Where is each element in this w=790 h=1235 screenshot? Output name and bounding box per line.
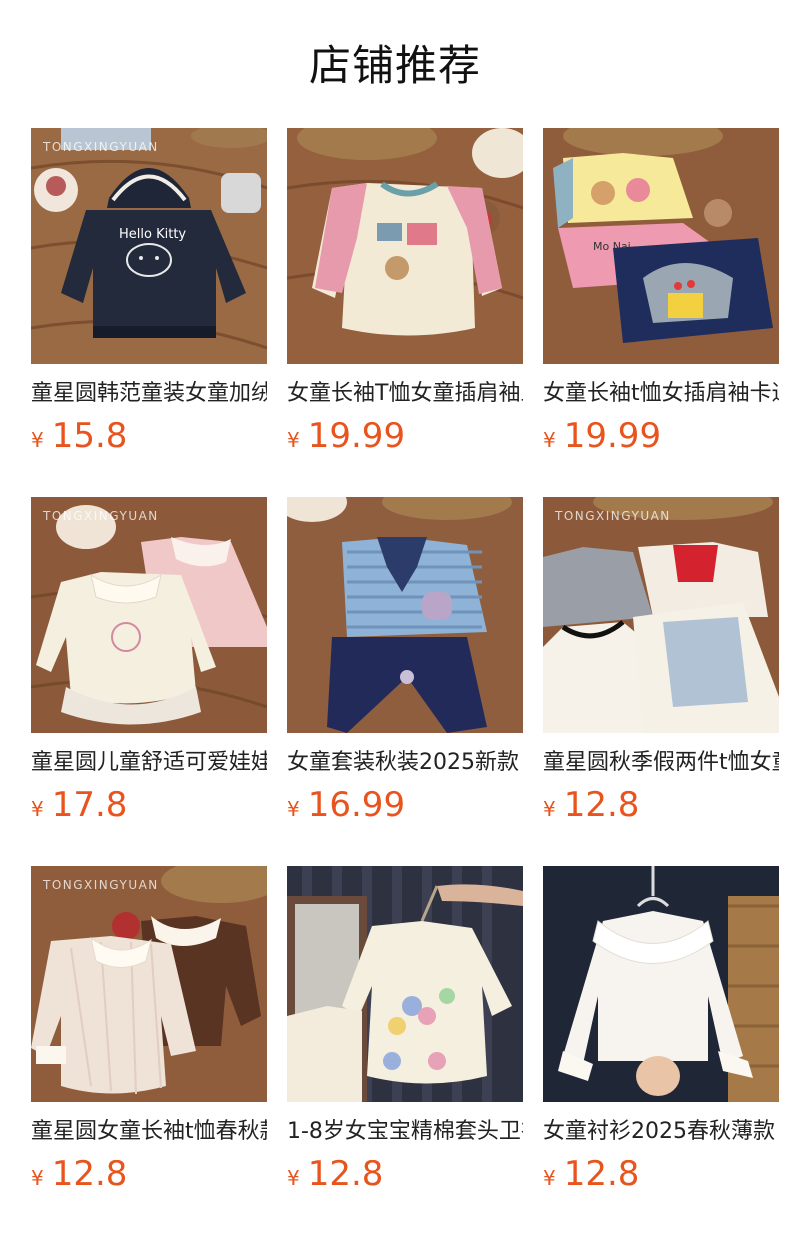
product-image[interactable] xyxy=(543,866,779,1102)
product-card[interactable]: TONGXINGYUAN 童星圆女童长袖t恤春秋款 ¥12.8 xyxy=(31,866,267,1235)
product-grid: Hello Kitty TONGXINGYUAN 童星圆韩范童装女童加绒卫衣 ¥… xyxy=(31,128,779,1235)
product-name[interactable]: 女童套装秋装2025新款 xyxy=(287,747,523,779)
currency-symbol: ¥ xyxy=(287,797,300,821)
product-name[interactable]: 女童长袖T恤女童插肩袖上衣 xyxy=(287,378,523,410)
currency-symbol: ¥ xyxy=(287,1166,300,1190)
price-value: 12.8 xyxy=(307,1154,384,1194)
product-card[interactable]: 女童衬衫2025春秋薄款 ¥12.8 xyxy=(543,866,779,1235)
price-value: 16.99 xyxy=(307,785,406,825)
watermark: TONGXINGYUAN xyxy=(43,509,159,523)
product-card[interactable]: TONGXINGYUAN 童星圆儿童舒适可爱娃娃领卫衣 ¥17.8 xyxy=(31,497,267,866)
product-price: ¥15.8 xyxy=(31,414,267,464)
product-image[interactable]: TONGXINGYUAN xyxy=(31,497,267,733)
product-image[interactable]: TONGXINGYUAN xyxy=(31,866,267,1102)
currency-symbol: ¥ xyxy=(543,1166,556,1190)
print-text: Hello Kitty xyxy=(119,227,186,242)
product-price: ¥19.99 xyxy=(543,414,779,464)
price-value: 12.8 xyxy=(563,785,640,825)
price-value: 19.99 xyxy=(307,416,406,456)
product-image[interactable] xyxy=(287,497,523,733)
product-image[interactable]: Hello Kitty TONGXINGYUAN xyxy=(31,128,267,364)
currency-symbol: ¥ xyxy=(543,428,556,452)
product-name[interactable]: 1-8岁女宝宝精棉套头卫衣 xyxy=(287,1116,523,1148)
product-price: ¥17.8 xyxy=(31,783,267,833)
product-name[interactable]: 女童衬衫2025春秋薄款 xyxy=(543,1116,779,1148)
product-card[interactable]: 女童套装秋装2025新款 ¥16.99 xyxy=(287,497,523,866)
product-name[interactable]: 童星圆秋季假两件t恤女童 xyxy=(543,747,779,779)
currency-symbol: ¥ xyxy=(31,428,44,452)
product-card[interactable]: 1-8岁女宝宝精棉套头卫衣 ¥12.8 xyxy=(287,866,523,1235)
product-image[interactable]: TONGXINGYUAN xyxy=(543,497,779,733)
watermark: TONGXINGYUAN xyxy=(43,878,159,892)
product-image[interactable] xyxy=(287,128,523,364)
product-price: ¥16.99 xyxy=(287,783,523,833)
product-name[interactable]: 童星圆儿童舒适可爱娃娃领卫衣 xyxy=(31,747,267,779)
product-price: ¥12.8 xyxy=(543,1152,779,1202)
price-value: 12.8 xyxy=(563,1154,640,1194)
product-image[interactable] xyxy=(287,866,523,1102)
watermark: TONGXINGYUAN xyxy=(555,509,671,523)
price-value: 19.99 xyxy=(563,416,662,456)
price-value: 12.8 xyxy=(51,1154,128,1194)
product-image[interactable]: Mo Nai xyxy=(543,128,779,364)
price-value: 15.8 xyxy=(51,416,128,456)
currency-symbol: ¥ xyxy=(31,797,44,821)
currency-symbol: ¥ xyxy=(31,1166,44,1190)
watermark: TONGXINGYUAN xyxy=(43,140,159,154)
product-name[interactable]: 童星圆韩范童装女童加绒卫衣 xyxy=(31,378,267,410)
section-title: 店铺推荐 xyxy=(308,41,481,90)
product-price: ¥12.8 xyxy=(543,783,779,833)
product-card[interactable]: Mo Nai 女童长袖t恤女插肩袖卡通上衣 ¥19.99 xyxy=(543,128,779,497)
product-price: ¥12.8 xyxy=(287,1152,523,1202)
currency-symbol: ¥ xyxy=(287,428,300,452)
product-card[interactable]: TONGXINGYUAN 童星圆秋季假两件t恤女童 ¥12.8 xyxy=(543,497,779,866)
product-card[interactable]: 女童长袖T恤女童插肩袖上衣 ¥19.99 xyxy=(287,128,523,497)
product-name[interactable]: 女童长袖t恤女插肩袖卡通上衣 xyxy=(543,378,779,410)
product-card[interactable]: Hello Kitty TONGXINGYUAN 童星圆韩范童装女童加绒卫衣 ¥… xyxy=(31,128,267,497)
currency-symbol: ¥ xyxy=(543,797,556,821)
price-value: 17.8 xyxy=(51,785,128,825)
product-price: ¥12.8 xyxy=(31,1152,267,1202)
product-price: ¥19.99 xyxy=(287,414,523,464)
product-name[interactable]: 童星圆女童长袖t恤春秋款 xyxy=(31,1116,267,1148)
